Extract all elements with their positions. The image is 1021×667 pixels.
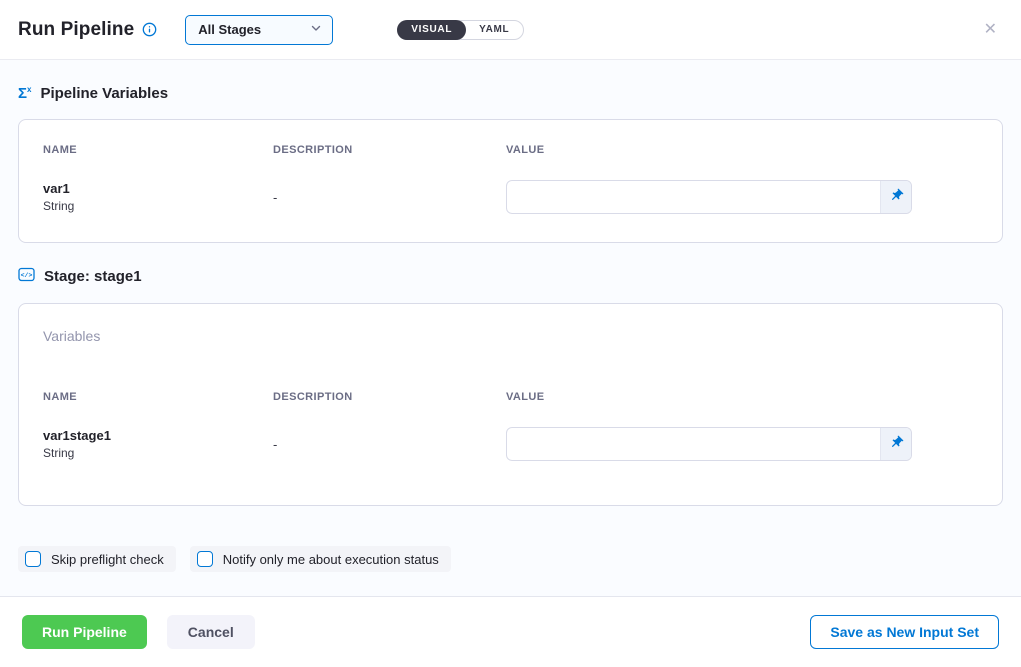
modal-body: Σx Pipeline Variables NAME DESCRIPTION V… (0, 60, 1021, 596)
chevron-down-icon (310, 22, 322, 37)
pin-runtime-input-button[interactable] (880, 428, 911, 460)
page-title: Run Pipeline (18, 19, 134, 41)
run-pipeline-button[interactable]: Run Pipeline (22, 615, 147, 649)
variable-type: String (43, 199, 273, 213)
variable-name-cell: var1 String (43, 181, 273, 213)
variable-description: - (273, 190, 506, 205)
table-row: var1stage1 String - (43, 427, 978, 461)
modal-footer: Run Pipeline Cancel Save as New Input Se… (0, 596, 1021, 667)
toggle-visual[interactable]: VISUAL (397, 20, 466, 40)
column-header-name: NAME (43, 391, 273, 403)
stage-table-header: NAME DESCRIPTION VALUE (43, 391, 978, 403)
save-as-new-input-set-button[interactable]: Save as New Input Set (810, 615, 999, 649)
variable-type: String (43, 446, 273, 460)
sigma-variable-icon: Σx (18, 86, 31, 101)
column-header-description: DESCRIPTION (273, 144, 506, 156)
variable-value-group (506, 180, 912, 214)
skip-preflight-option[interactable]: Skip preflight check (18, 546, 176, 572)
pipeline-variables-heading: Σx Pipeline Variables (18, 60, 1003, 102)
column-header-description: DESCRIPTION (273, 391, 506, 403)
stage-variables-subheading: Variables (43, 328, 978, 344)
cancel-button[interactable]: Cancel (167, 615, 255, 649)
notify-only-me-option[interactable]: Notify only me about execution status (190, 546, 451, 572)
stage-select-dropdown[interactable]: All Stages (185, 15, 333, 45)
stage-heading: </> Stage: stage1 (18, 243, 1003, 286)
info-icon[interactable] (142, 22, 157, 37)
pin-runtime-input-button[interactable] (880, 181, 911, 213)
pipeline-variables-title: Pipeline Variables (40, 85, 168, 102)
column-header-value: VALUE (506, 144, 978, 156)
stage-code-icon: </> (18, 267, 35, 286)
skip-preflight-checkbox[interactable] (25, 551, 41, 567)
notify-only-me-checkbox[interactable] (197, 551, 213, 567)
stage-title: Stage: stage1 (44, 268, 142, 285)
pin-icon (889, 188, 904, 206)
stage-select-value: All Stages (198, 22, 261, 37)
notify-only-me-label: Notify only me about execution status (223, 552, 439, 567)
stage-var1stage1-value-input[interactable] (507, 428, 880, 460)
variable-value-group (506, 427, 912, 461)
pipeline-table-header: NAME DESCRIPTION VALUE (43, 144, 978, 156)
variable-name: var1stage1 (43, 428, 273, 443)
visual-yaml-toggle: VISUAL YAML (397, 20, 524, 40)
pipeline-variables-card: NAME DESCRIPTION VALUE var1 String - (18, 119, 1003, 243)
column-header-value: VALUE (506, 391, 978, 403)
variable-name: var1 (43, 181, 273, 196)
skip-preflight-label: Skip preflight check (51, 552, 164, 567)
modal-header: Run Pipeline All Stages VISUAL YAML ✕ (0, 0, 1021, 60)
toggle-yaml[interactable]: YAML (465, 20, 523, 40)
pin-icon (889, 435, 904, 453)
table-row: var1 String - (43, 180, 978, 214)
variable-description: - (273, 437, 506, 452)
pipeline-var1-value-input[interactable] (507, 181, 880, 213)
execution-options: Skip preflight check Notify only me abou… (18, 546, 1003, 572)
column-header-name: NAME (43, 144, 273, 156)
variable-name-cell: var1stage1 String (43, 428, 273, 460)
stage-variables-card: Variables NAME DESCRIPTION VALUE var1sta… (18, 303, 1003, 506)
close-icon[interactable]: ✕ (976, 18, 1005, 42)
svg-text:</>: </> (21, 272, 33, 279)
